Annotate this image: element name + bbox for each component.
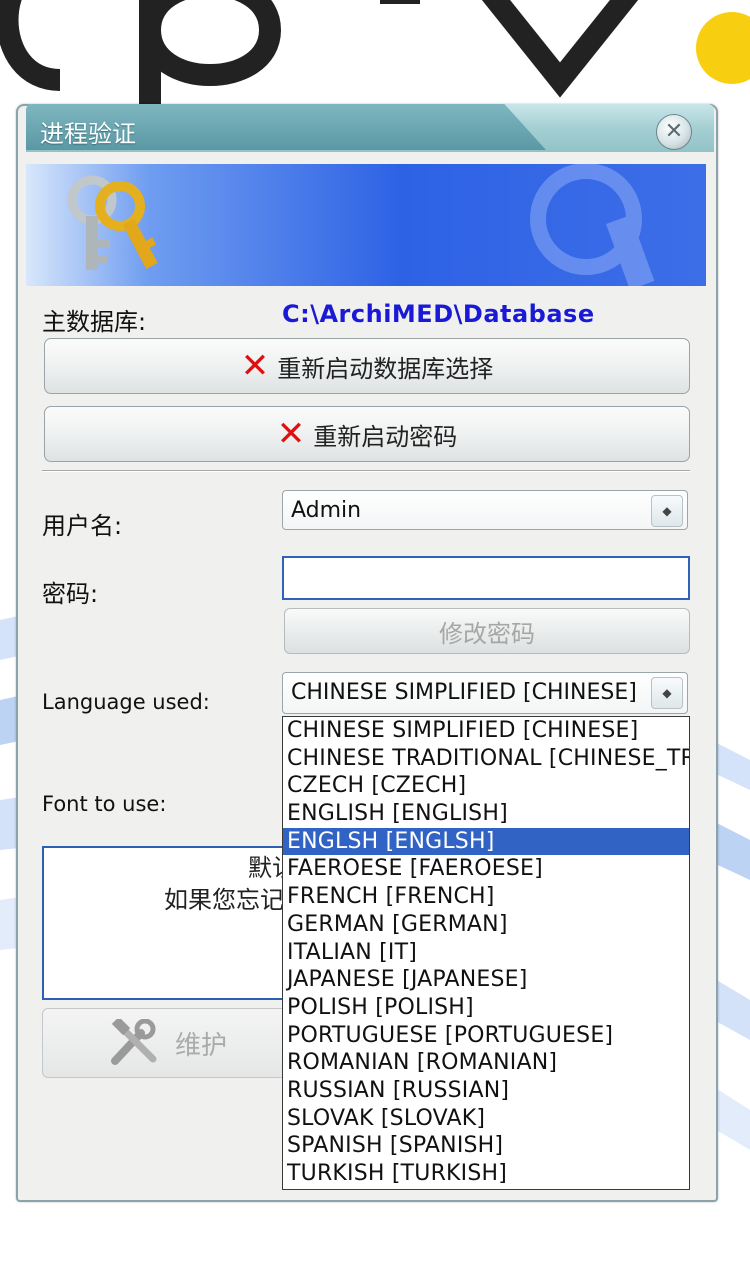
- language-option[interactable]: SPANISH [SPANISH]: [283, 1132, 689, 1160]
- close-icon: ✕: [664, 119, 684, 144]
- language-option[interactable]: GERMAN [GERMAN]: [283, 911, 689, 939]
- change-password-label: 修改密码: [439, 619, 535, 648]
- x-icon: ✕: [276, 414, 306, 454]
- username-select[interactable]: Admin ◆: [282, 490, 688, 530]
- language-option[interactable]: TURKISH [TURKISH]: [283, 1160, 689, 1188]
- language-option[interactable]: ENGLISH [ENGLISH]: [283, 800, 689, 828]
- x-icon: ✕: [240, 346, 270, 386]
- language-option[interactable]: RUSSIAN [RUSSIAN]: [283, 1077, 689, 1105]
- restart-password-button[interactable]: ✕ 重新启动密码: [44, 406, 690, 462]
- language-option[interactable]: CZECH [CZECH]: [283, 772, 689, 800]
- username-label: 用户名:: [42, 512, 123, 540]
- language-option[interactable]: JAPANESE [JAPANESE]: [283, 966, 689, 994]
- window-title: 进程验证: [40, 120, 136, 148]
- info-text-line2: 如果您忘记: [164, 886, 284, 914]
- spinner-icon[interactable]: ◆: [651, 495, 683, 527]
- restart-db-button[interactable]: ✕ 重新启动数据库选择: [44, 338, 690, 394]
- language-dropdown-list[interactable]: CHINESE SIMPLIFIED [CHINESE] CHINESE TRAD…: [282, 716, 690, 1190]
- password-label: 密码:: [42, 580, 99, 608]
- header-banner: [26, 164, 706, 286]
- password-field[interactable]: [282, 556, 690, 600]
- language-option[interactable]: ITALIAN [IT]: [283, 939, 689, 967]
- banner-decoration: [530, 164, 655, 286]
- database-label: 主数据库:: [42, 308, 147, 336]
- username-value: Admin: [291, 498, 362, 523]
- background-logo-letters: [0, 0, 639, 110]
- language-value: CHINESE SIMPLIFIED [CHINESE]: [291, 680, 637, 705]
- database-path: C:\ArchiMED\Database: [282, 300, 595, 328]
- language-option[interactable]: SLOVAK [SLOVAK]: [283, 1105, 689, 1133]
- language-option[interactable]: FAEROESE [FAEROESE]: [283, 855, 689, 883]
- restart-password-label: 重新启动密码: [313, 422, 458, 451]
- language-label: Language used:: [42, 690, 210, 714]
- language-option[interactable]: CHINESE TRADITIONAL [CHINESE_TRADITIONAL…: [283, 745, 689, 773]
- title-bar: 进程验证 ✕: [26, 104, 714, 152]
- keys-icon: [67, 175, 158, 270]
- maintenance-label: 维护: [174, 1030, 227, 1061]
- divider: [42, 470, 690, 472]
- font-label: Font to use:: [42, 792, 167, 816]
- language-option[interactable]: PORTUGUESE [PORTUGUESE]: [283, 1022, 689, 1050]
- language-select[interactable]: CHINESE SIMPLIFIED [CHINESE] ◆: [282, 672, 688, 714]
- language-option[interactable]: ROMANIAN [ROMANIAN]: [283, 1049, 689, 1077]
- language-option[interactable]: FRENCH [FRENCH]: [283, 883, 689, 911]
- maintenance-button[interactable]: 维护: [42, 1008, 294, 1078]
- language-option[interactable]: ENGLSH [ENGLSH]: [283, 827, 689, 856]
- language-option[interactable]: POLISH [POLISH]: [283, 994, 689, 1022]
- tools-icon: [110, 1019, 157, 1065]
- change-password-button[interactable]: 修改密码: [284, 608, 690, 654]
- spinner-icon[interactable]: ◆: [651, 677, 683, 709]
- language-option[interactable]: CHINESE SIMPLIFIED [CHINESE]: [283, 717, 689, 745]
- restart-db-label: 重新启动数据库选择: [277, 354, 494, 383]
- close-button[interactable]: ✕: [656, 114, 692, 150]
